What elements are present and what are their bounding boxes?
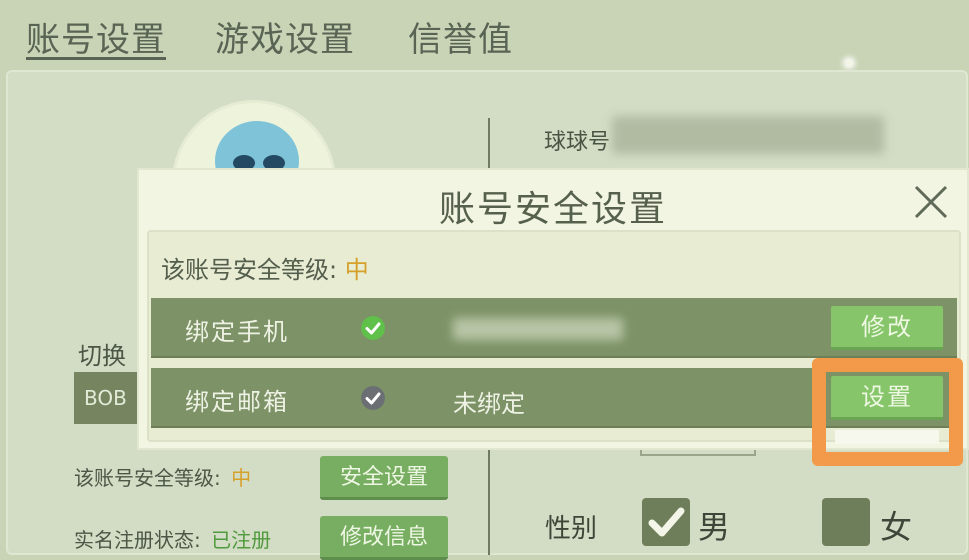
close-icon[interactable] <box>913 184 949 220</box>
tab-game-settings[interactable]: 游戏设置 <box>215 12 355 61</box>
realname-value: 已注册 <box>211 528 272 552</box>
security-level-value: 中 <box>231 466 252 490</box>
check-circle-icon <box>361 386 385 410</box>
dialog-level-label: 该账号安全等级: <box>161 256 338 284</box>
realname-label: 实名注册状态: <box>74 528 201 552</box>
modify-phone-button[interactable]: 修改 <box>831 306 943 350</box>
gender-male-checkbox[interactable] <box>642 498 690 546</box>
edit-info-button[interactable]: 修改信息 <box>320 516 448 560</box>
gender-male-label: 男 <box>698 508 731 546</box>
bind-phone-label: 绑定手机 <box>185 318 289 346</box>
highlight-box <box>812 358 963 466</box>
tab-reputation[interactable]: 信誉值 <box>408 12 513 61</box>
checkmark-icon <box>648 507 685 537</box>
security-level-row: 该账号安全等级: 中 <box>74 462 251 491</box>
phone-number-blurred <box>453 318 623 340</box>
email-status-text: 未绑定 <box>453 390 525 418</box>
highlight-underline <box>835 430 939 444</box>
account-name-box[interactable]: BOB <box>74 372 140 424</box>
bind-phone-row: 绑定手机 修改 <box>151 298 957 358</box>
dialog-title: 账号安全设置 <box>438 189 667 230</box>
tab-account-settings[interactable]: 账号设置 <box>26 12 166 61</box>
gender-female-label: 女 <box>880 508 913 546</box>
gender-label: 性别 <box>545 514 598 544</box>
qq-number-blurred <box>612 116 884 154</box>
switch-account-label: 切换 <box>78 342 126 370</box>
security-settings-button[interactable]: 安全设置 <box>320 456 448 500</box>
security-level-label: 该账号安全等级: <box>74 466 221 490</box>
top-tab-bar: 账号设置 游戏设置 信誉值 <box>0 0 969 66</box>
sparkle-decoration <box>846 60 852 66</box>
dialog-level-value: 中 <box>344 256 369 284</box>
bind-email-label: 绑定邮箱 <box>185 388 289 416</box>
gender-female-checkbox[interactable] <box>822 498 870 546</box>
realname-row: 实名注册状态: 已注册 <box>74 524 271 553</box>
qq-number-label: 球球号 <box>544 130 611 155</box>
check-circle-icon <box>361 316 385 340</box>
dialog-security-level: 该账号安全等级: 中 <box>161 250 369 285</box>
